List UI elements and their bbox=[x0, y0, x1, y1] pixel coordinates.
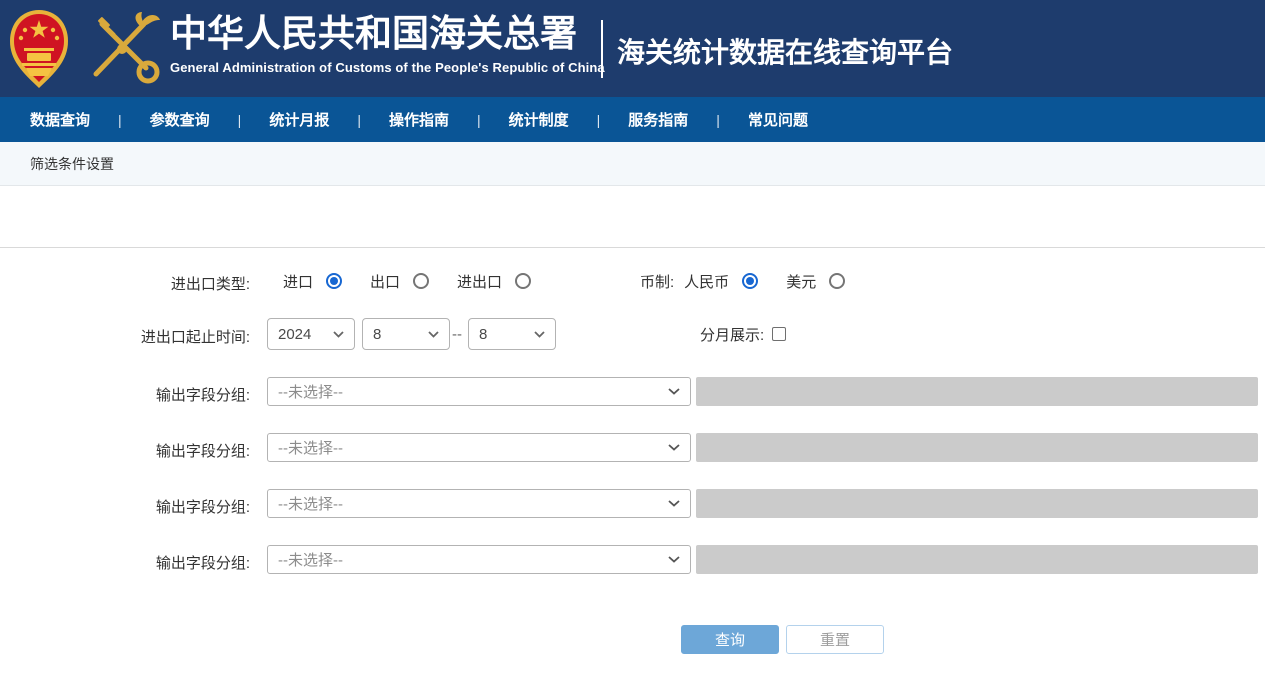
output-group-value-bar-3 bbox=[696, 489, 1258, 518]
output-group-label-4: 输出字段分组: bbox=[0, 552, 250, 573]
nav-separator: | bbox=[357, 112, 361, 128]
nav-item-data-query[interactable]: 数据查询 bbox=[30, 109, 90, 130]
option-label: 进口 bbox=[283, 271, 313, 292]
nav-separator: | bbox=[597, 112, 601, 128]
nav-item-param-query[interactable]: 参数查询 bbox=[150, 109, 210, 130]
end-month-select-value: 8 bbox=[479, 326, 487, 343]
nav-separator: | bbox=[118, 112, 122, 128]
breadcrumb: 筛选条件设置 bbox=[0, 142, 1265, 186]
output-group-select-1-value: --未选择-- bbox=[278, 381, 343, 402]
output-group-label-3: 输出字段分组: bbox=[0, 496, 250, 517]
org-subtitle: General Administration of Customs of the… bbox=[170, 60, 600, 75]
chevron-down-icon bbox=[333, 331, 344, 338]
trade-type-option-import: 进口 bbox=[283, 271, 342, 292]
option-label: 美元 bbox=[786, 271, 816, 292]
trade-type-radio-import-export[interactable] bbox=[515, 273, 531, 289]
monthly-display-label: 分月展示: bbox=[700, 324, 764, 345]
output-group-select-2[interactable]: --未选择-- bbox=[267, 433, 691, 462]
end-month-select[interactable]: 8 bbox=[468, 318, 556, 350]
year-select-value: 2024 bbox=[278, 326, 311, 343]
header-title-divider bbox=[601, 20, 603, 78]
currency-radio-usd[interactable] bbox=[829, 273, 845, 289]
start-month-select-value: 8 bbox=[373, 326, 381, 343]
nav-item-operation-guide[interactable]: 操作指南 bbox=[389, 109, 449, 130]
option-label: 出口 bbox=[370, 271, 400, 292]
output-group-select-3-value: --未选择-- bbox=[278, 493, 343, 514]
output-group-value-bar-4 bbox=[696, 545, 1258, 574]
monthly-display-checkbox[interactable] bbox=[772, 327, 786, 341]
output-group-select-4-value: --未选择-- bbox=[278, 549, 343, 570]
nav-separator: | bbox=[238, 112, 242, 128]
national-emblem-icon bbox=[8, 8, 70, 90]
chevron-down-icon bbox=[668, 388, 680, 395]
option-label: 进出口 bbox=[457, 271, 502, 292]
trade-type-radio-export[interactable] bbox=[413, 273, 429, 289]
monthly-display-group: 分月展示: bbox=[700, 323, 786, 345]
nav-item-faq[interactable]: 常见问题 bbox=[748, 109, 808, 130]
site-title: 海关统计数据在线查询平台 bbox=[617, 31, 953, 71]
org-title: 中华人民共和国海关总署 bbox=[170, 12, 600, 58]
trade-type-option-import-export: 进出口 bbox=[457, 271, 531, 292]
currency-radio-cny[interactable] bbox=[742, 273, 758, 289]
output-group-select-1[interactable]: --未选择-- bbox=[267, 377, 691, 406]
query-button[interactable]: 查询 bbox=[681, 625, 779, 654]
time-range-label: 进出口起止时间: bbox=[0, 326, 250, 347]
trade-type-option-export: 出口 bbox=[370, 271, 429, 292]
option-label: 人民币 bbox=[684, 271, 729, 292]
output-group-value-bar-1 bbox=[696, 377, 1258, 406]
year-select[interactable]: 2024 bbox=[267, 318, 355, 350]
customs-query-page: 中华人民共和国海关总署 General Administration of Cu… bbox=[0, 0, 1265, 692]
trade-type-radio-import[interactable] bbox=[326, 273, 342, 289]
trade-type-label: 进出口类型: bbox=[0, 273, 250, 294]
reset-button[interactable]: 重置 bbox=[786, 625, 884, 654]
nav-item-statistical-system[interactable]: 统计制度 bbox=[509, 109, 569, 130]
chevron-down-icon bbox=[534, 331, 545, 338]
section-divider bbox=[0, 247, 1265, 248]
chevron-down-icon bbox=[668, 500, 680, 507]
output-group-value-bar-2 bbox=[696, 433, 1258, 462]
output-group-select-2-value: --未选择-- bbox=[278, 437, 343, 458]
nav-separator: | bbox=[716, 112, 720, 128]
site-header: 中华人民共和国海关总署 General Administration of Cu… bbox=[0, 0, 1265, 97]
nav-separator: | bbox=[477, 112, 481, 128]
output-group-label-1: 输出字段分组: bbox=[0, 384, 250, 405]
chevron-down-icon bbox=[668, 444, 680, 451]
currency-label: 币制: bbox=[640, 271, 674, 292]
range-separator: -- bbox=[452, 326, 462, 343]
output-group-select-3[interactable]: --未选择-- bbox=[267, 489, 691, 518]
chevron-down-icon bbox=[668, 556, 680, 563]
output-group-label-2: 输出字段分组: bbox=[0, 440, 250, 461]
start-month-select[interactable]: 8 bbox=[362, 318, 450, 350]
output-group-select-4[interactable]: --未选择-- bbox=[267, 545, 691, 574]
chevron-down-icon bbox=[428, 331, 439, 338]
nav-item-monthly-report[interactable]: 统计月报 bbox=[269, 109, 329, 130]
customs-key-logo-icon bbox=[82, 10, 162, 88]
currency-radio-group: 币制: 人民币 美元 bbox=[640, 270, 873, 292]
trade-type-radio-group: 进口 出口 进出口 bbox=[283, 270, 559, 292]
main-nav: 数据查询 | 参数查询 | 统计月报 | 操作指南 | 统计制度 | 服务指南 … bbox=[0, 97, 1265, 142]
currency-option-usd: 美元 bbox=[786, 271, 845, 292]
currency-option-cny: 人民币 bbox=[684, 271, 758, 292]
nav-item-service-guide[interactable]: 服务指南 bbox=[628, 109, 688, 130]
